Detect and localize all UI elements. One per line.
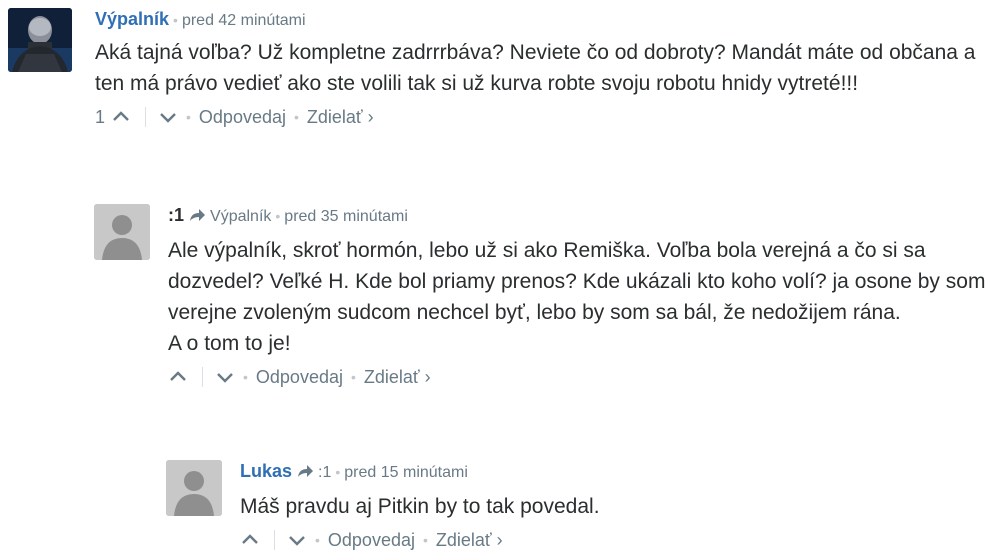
action-separator: • — [243, 369, 248, 385]
downvote-icon[interactable] — [215, 367, 235, 387]
action-separator: • — [422, 532, 428, 548]
author-name[interactable]: Lukas — [240, 461, 292, 481]
reply-arrow-icon — [296, 463, 314, 486]
share-button[interactable]: Zdielať › — [307, 105, 374, 129]
author-name[interactable]: :1 — [168, 205, 184, 225]
meta-separator: • — [275, 208, 281, 224]
comment-message: Aká tajná voľba? Už kompletne zadrrrbáva… — [95, 37, 995, 99]
comment-actions: 1 • Odpovedaj • Zdielať › — [95, 105, 995, 129]
timestamp[interactable]: pred 35 minútami — [284, 208, 408, 225]
upvote-icon[interactable] — [111, 107, 131, 127]
action-separator: • — [350, 369, 356, 385]
vote-divider — [202, 367, 203, 387]
comment-message: Máš pravdu aj Pitkin by to tak povedal. — [240, 491, 990, 522]
reply-to-author[interactable]: Výpalník — [210, 208, 271, 225]
timestamp[interactable]: pred 15 minútami — [344, 464, 468, 481]
timestamp[interactable]: pred 42 minútami — [182, 12, 306, 29]
action-separator: • — [315, 532, 320, 548]
user-avatar-photo — [8, 8, 72, 72]
reply-to-author[interactable]: :1 — [318, 464, 331, 481]
action-separator: • — [294, 109, 299, 125]
downvote-icon[interactable] — [158, 107, 178, 127]
comment-paragraph: Ale výpalník, skroť hormón, lebo už si a… — [168, 239, 986, 324]
avatar[interactable] — [166, 460, 222, 516]
comment-paragraph: A o tom to je! — [168, 332, 291, 355]
default-avatar-icon — [94, 204, 150, 260]
comment-actions: • Odpovedaj • Zdielať › — [240, 528, 990, 552]
default-avatar-icon — [166, 460, 222, 516]
comment-meta: Lukas :1 • pred 15 minútami — [240, 460, 990, 486]
comment-meta: Výpalník • pred 42 minútami — [95, 8, 995, 32]
upvote-icon[interactable] — [168, 367, 188, 387]
reply-button[interactable]: Odpovedaj — [256, 365, 343, 389]
share-button[interactable]: Zdielať › — [436, 528, 503, 552]
comment-paragraph: Aká tajná voľba? Už kompletne zadrrrbáva… — [95, 41, 976, 95]
action-separator: • — [186, 109, 191, 125]
comment-actions: • Odpovedaj • Zdielať › — [168, 365, 998, 389]
comment-message: Ale výpalník, skroť hormón, lebo už si a… — [168, 235, 998, 359]
meta-separator: • — [173, 12, 178, 28]
avatar[interactable] — [94, 204, 150, 260]
reply-button[interactable]: Odpovedaj — [328, 528, 415, 552]
comment-paragraph: Máš pravdu aj Pitkin by to tak povedal. — [240, 495, 600, 518]
vote-divider — [274, 530, 275, 550]
vote-divider — [145, 107, 147, 127]
comment-meta: :1 Výpalník • pred 35 minútami — [168, 204, 998, 230]
upvote-icon[interactable] — [240, 530, 260, 550]
downvote-icon[interactable] — [287, 530, 307, 550]
author-name[interactable]: Výpalník — [95, 9, 169, 29]
reply-button[interactable]: Odpovedaj — [199, 105, 286, 129]
upvote-count: 1 — [95, 107, 106, 127]
reply-arrow-icon — [188, 207, 206, 230]
avatar[interactable] — [8, 8, 72, 72]
meta-separator: • — [335, 464, 341, 480]
share-button[interactable]: Zdielať › — [364, 365, 431, 389]
